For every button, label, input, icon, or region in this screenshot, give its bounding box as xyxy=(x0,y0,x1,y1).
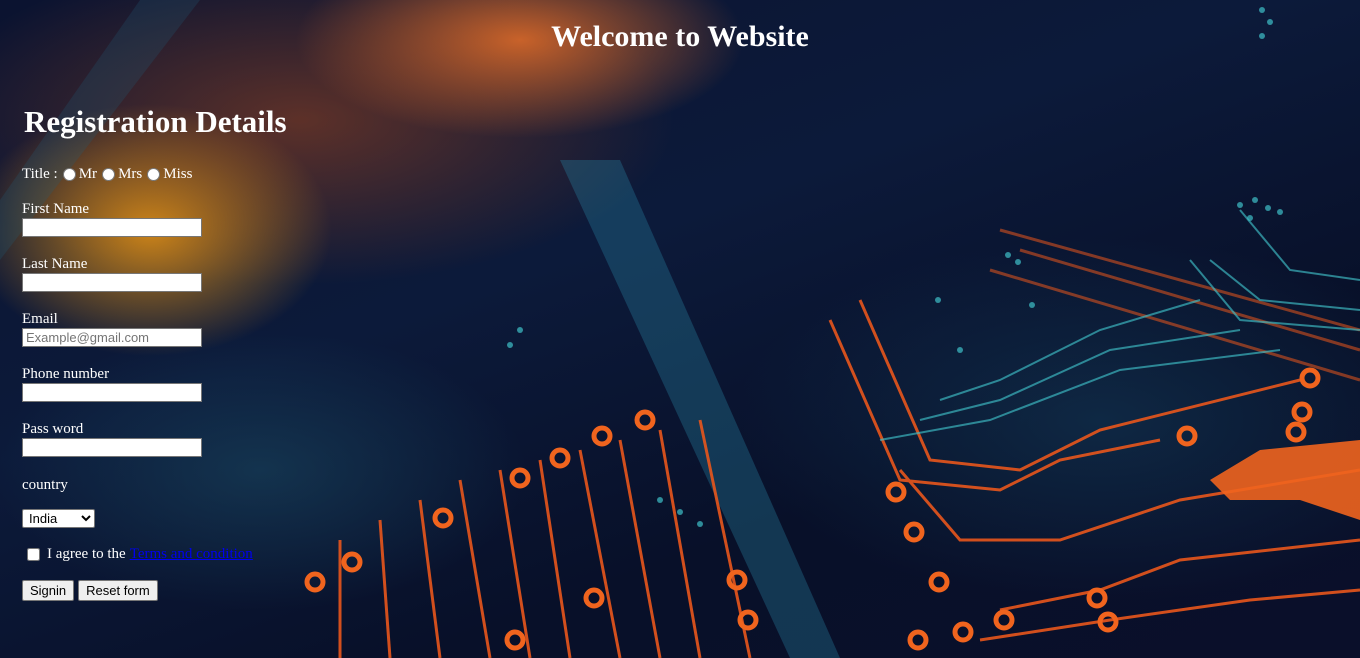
last-name-group: Last Name xyxy=(22,255,202,292)
title-option-miss-label: Miss xyxy=(163,166,193,182)
title-option-mrs-label: Mrs xyxy=(118,166,143,182)
reset-form-button[interactable]: Reset form xyxy=(78,580,158,601)
email-group: Email xyxy=(22,310,202,347)
phone-input[interactable] xyxy=(22,383,202,402)
form-buttons: Signin Reset form xyxy=(22,580,162,601)
email-input[interactable] xyxy=(22,328,202,347)
signin-button[interactable]: Signin xyxy=(22,580,75,601)
title-radio-group: Title : Mr Mrs Miss xyxy=(22,165,192,183)
title-radio-mrs[interactable] xyxy=(102,167,116,181)
title-radio-miss[interactable] xyxy=(147,167,161,181)
agree-checkbox[interactable] xyxy=(27,547,40,561)
first-name-group: First Name xyxy=(22,200,202,237)
last-name-input[interactable] xyxy=(22,273,202,292)
terms-link[interactable]: Terms and condition xyxy=(130,545,253,563)
title-radio-mr[interactable] xyxy=(62,167,76,181)
title-label: Title : xyxy=(22,166,58,182)
password-group: Pass word xyxy=(22,420,202,457)
country-select[interactable]: India xyxy=(22,509,95,528)
site-title: Welcome to Website xyxy=(551,20,809,53)
last-name-label: Last Name xyxy=(22,256,88,272)
password-input[interactable] xyxy=(22,438,202,457)
country-label: country xyxy=(22,477,68,493)
password-label: Pass word xyxy=(22,421,84,437)
first-name-label: First Name xyxy=(22,201,90,217)
phone-group: Phone number xyxy=(22,365,202,402)
form-title: Registration Details xyxy=(24,104,287,139)
agree-row: I agree to the Terms and condition xyxy=(22,545,253,563)
email-label: Email xyxy=(22,311,58,327)
phone-label: Phone number xyxy=(22,366,110,382)
first-name-input[interactable] xyxy=(22,218,202,237)
page-content: Welcome to Website Registration Details … xyxy=(0,0,1360,658)
agree-text: I agree to the xyxy=(47,546,126,562)
title-option-mr-label: Mr xyxy=(78,166,98,182)
